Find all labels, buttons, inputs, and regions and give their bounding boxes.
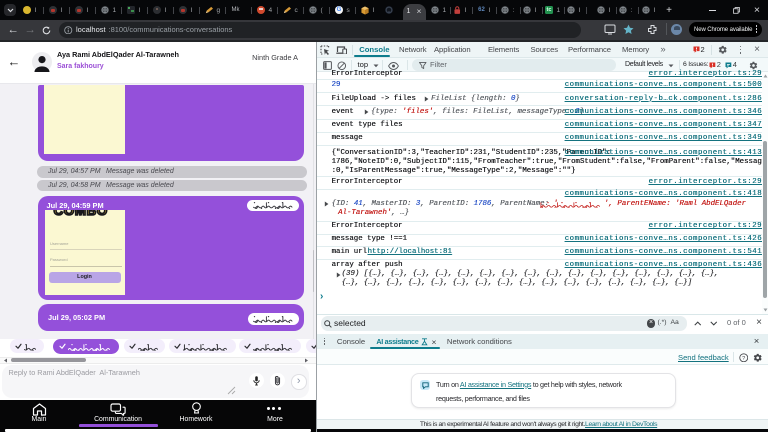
svg-text:?: ? [742, 355, 745, 361]
